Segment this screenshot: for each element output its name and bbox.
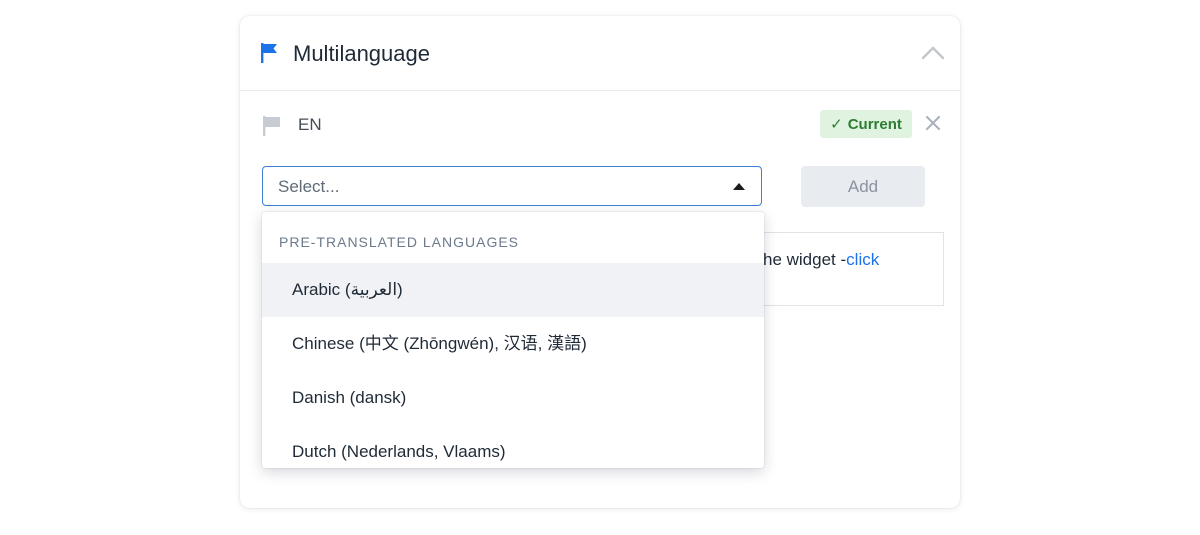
current-badge: ✓ Current xyxy=(820,110,912,138)
click-link[interactable]: click xyxy=(846,250,879,269)
language-select[interactable]: Select... xyxy=(262,166,762,206)
info-text: he widget -click xyxy=(763,250,879,270)
chevron-up-icon[interactable] xyxy=(920,40,946,66)
dropdown-option-danish[interactable]: Danish (dansk) xyxy=(262,371,764,425)
dropdown-group-label: PRE-TRANSLATED LANGUAGES xyxy=(279,234,520,250)
add-language-button[interactable]: Add xyxy=(801,166,925,207)
current-badge-label: Current xyxy=(847,115,902,133)
dropdown-option-dutch[interactable]: Dutch (Nederlands, Vlaams) xyxy=(262,425,764,468)
dropdown-option-chinese[interactable]: Chinese (中文 (Zhōngwén), 汉语, 漢語) xyxy=(262,317,764,371)
info-box: he widget -click xyxy=(740,232,944,306)
language-code: EN xyxy=(298,115,322,134)
language-row: EN ✓ Current xyxy=(240,106,960,144)
info-message: he widget - xyxy=(763,250,847,269)
page: Multilanguage EN ✓ Current Select... Add… xyxy=(0,0,1200,535)
panel-header: Multilanguage xyxy=(240,16,960,91)
dropdown-option-arabic[interactable]: Arabic (العربية) xyxy=(262,263,764,317)
panel-title: Multilanguage xyxy=(293,41,430,66)
select-placeholder: Select... xyxy=(278,177,340,196)
flag-icon xyxy=(263,116,280,136)
flag-icon xyxy=(261,43,277,63)
caret-up-icon xyxy=(733,183,745,190)
close-icon[interactable] xyxy=(924,114,942,132)
language-dropdown: PRE-TRANSLATED LANGUAGES Arabic (العربية… xyxy=(262,212,764,468)
check-icon: ✓ xyxy=(830,116,843,133)
